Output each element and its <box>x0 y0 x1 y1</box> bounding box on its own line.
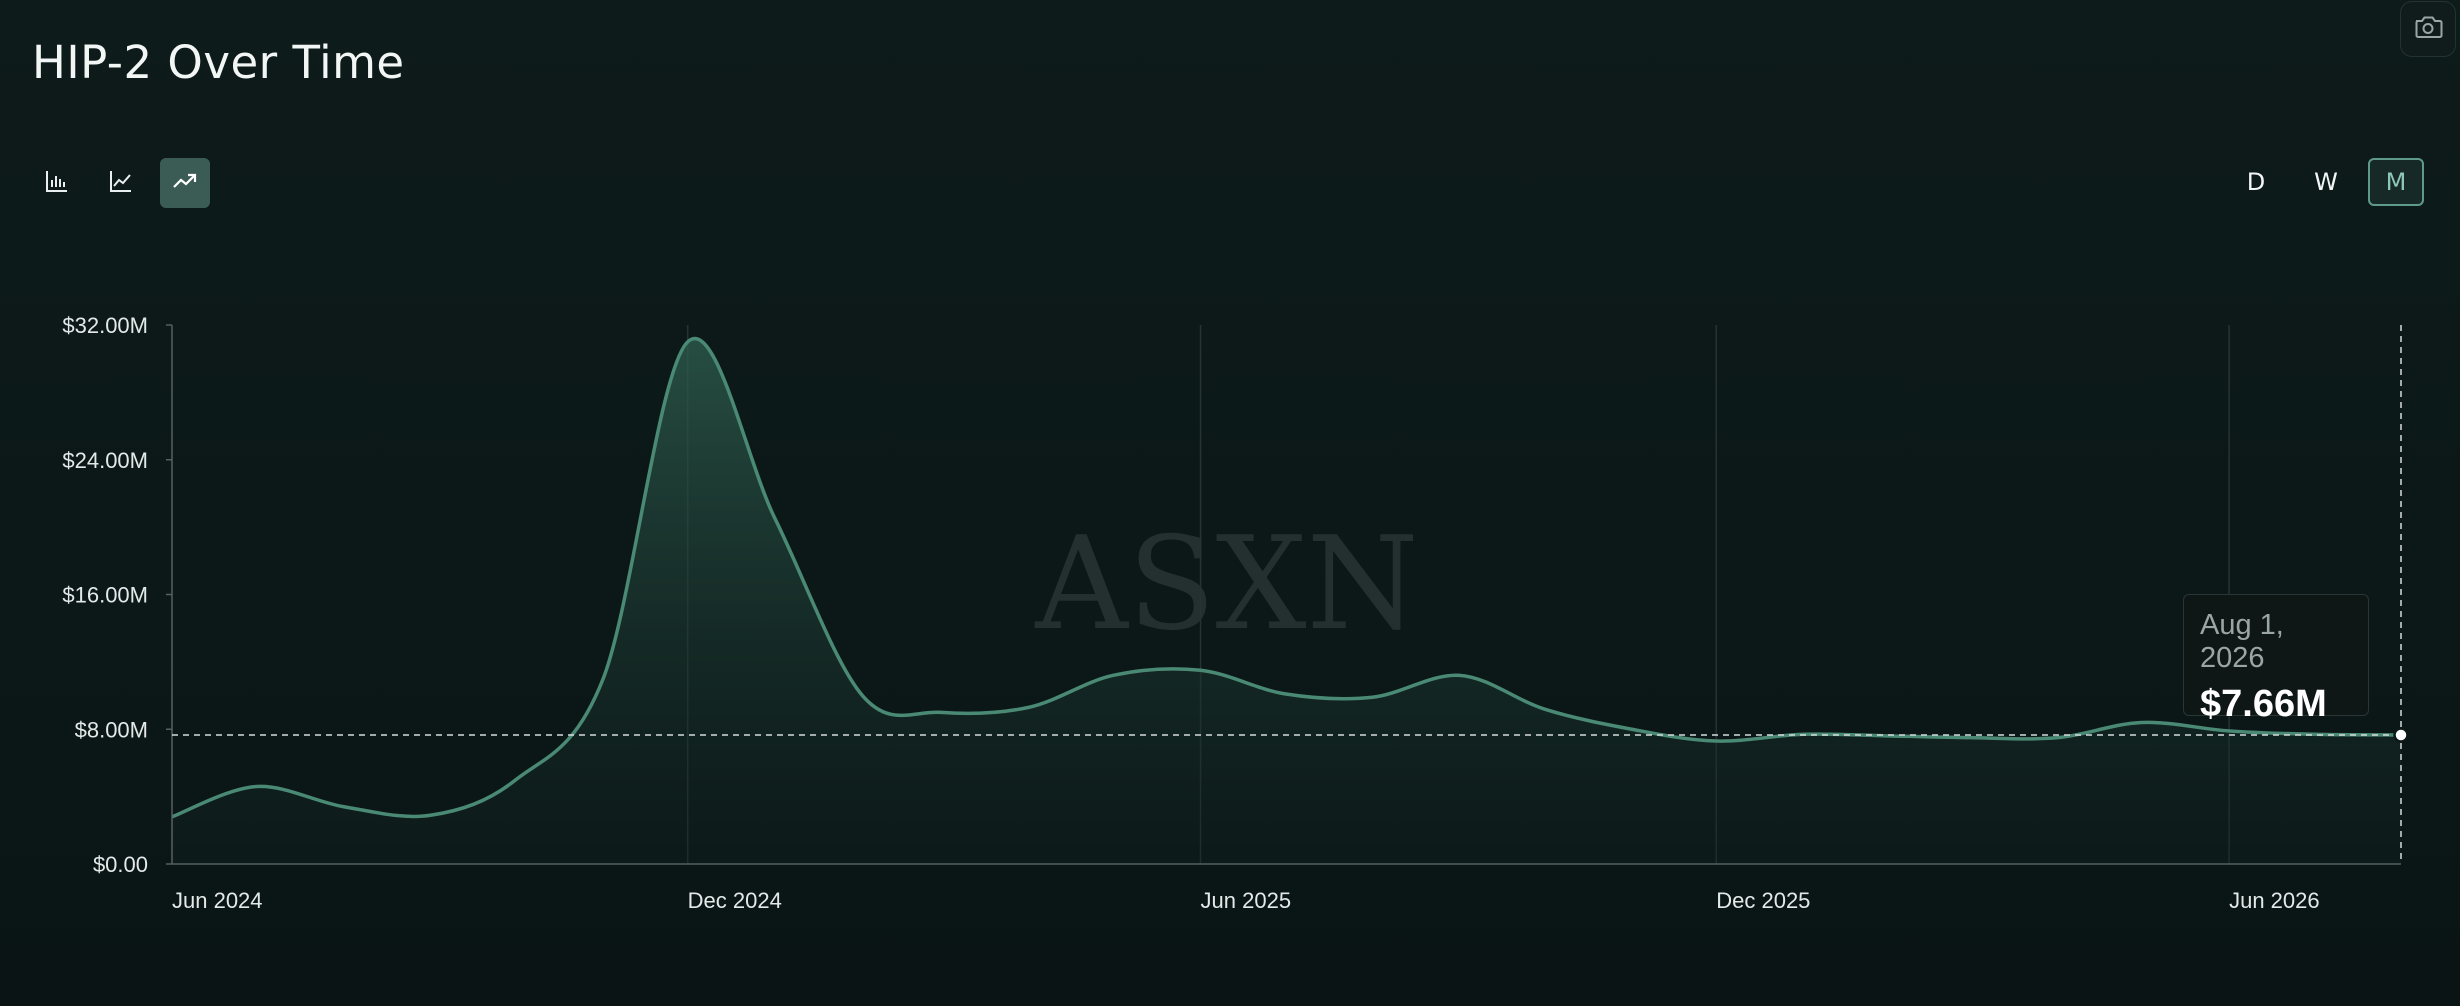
x-tick-label: Dec 2024 <box>688 888 782 913</box>
tooltip-date: Aug 1, 2026 <box>2200 609 2284 674</box>
x-tick-label: Jun 2024 <box>172 888 263 913</box>
x-tick-label: Jun 2025 <box>1201 888 1292 913</box>
y-tick-label: $0.00 <box>93 852 148 877</box>
area-chart: ASXN Jun 2024 Dec 2024 Jun 2025 Dec 2025 Jun… <box>62 313 2409 913</box>
x-tick-label: Dec 2025 <box>1716 888 1810 913</box>
y-tick-label: $8.00M <box>75 717 148 742</box>
x-tick-label: Jun 2026 <box>2229 888 2320 913</box>
highlighted-point <box>2393 727 2409 743</box>
y-tick-label: $16.00M <box>62 583 148 608</box>
tooltip-value: $7.66M <box>2200 683 2327 725</box>
y-tick-label: $24.00M <box>62 448 148 473</box>
tooltip: Aug 1, 2026 $7.66M <box>2183 594 2369 725</box>
y-tick-label: $32.00M <box>62 313 148 338</box>
watermark: ASXN <box>1034 510 1418 659</box>
